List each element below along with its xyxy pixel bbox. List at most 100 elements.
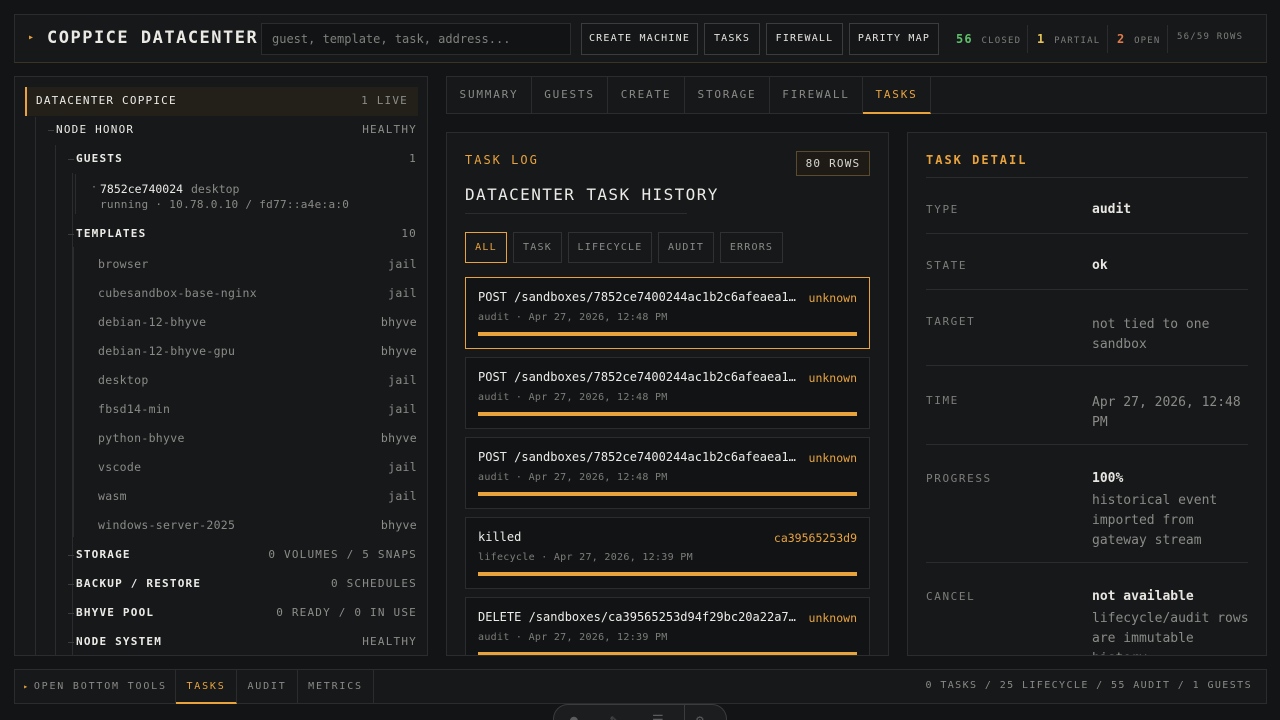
task-progress-bar bbox=[478, 332, 857, 336]
top-bar: ▸ COPPICE DATACENTER CREATE MACHINE TASK… bbox=[14, 14, 1267, 63]
tab-summary[interactable]: SUMMARY bbox=[447, 77, 532, 114]
divider bbox=[926, 562, 1248, 563]
app-title: COPPICE DATACENTER bbox=[47, 28, 259, 48]
parity-map-button[interactable]: PARITY MAP bbox=[849, 23, 939, 55]
bhyve-pool-value: 0 READY / 0 IN USE bbox=[276, 606, 417, 619]
task-progress-bar bbox=[478, 492, 857, 496]
tree-connector bbox=[48, 130, 54, 131]
create-machine-button[interactable]: CREATE MACHINE bbox=[581, 23, 698, 55]
divider bbox=[926, 233, 1248, 234]
tools-icon[interactable]: ✎ bbox=[610, 713, 618, 720]
tree-connector bbox=[68, 159, 74, 160]
tree-connector bbox=[68, 584, 74, 585]
guest-detail: running · 10.78.0.10 / fd77::a4e:a:0 bbox=[100, 198, 350, 211]
tab-guests[interactable]: GUESTS bbox=[532, 77, 608, 114]
partial-count: 1 bbox=[1037, 32, 1046, 46]
template-type: jail bbox=[388, 257, 417, 271]
cancel-value: not available bbox=[1092, 589, 1194, 604]
firewall-button[interactable]: FIREWALL bbox=[766, 23, 843, 55]
template-name: vscode bbox=[98, 460, 142, 474]
dock: ● ✎ ☰ ⚙ bbox=[553, 704, 727, 720]
task-status: ca39565253d9 bbox=[773, 531, 857, 545]
tab-tasks[interactable]: TASKS bbox=[863, 77, 931, 114]
tree-guide bbox=[55, 145, 56, 655]
template-name: browser bbox=[98, 257, 149, 271]
template-type: jail bbox=[388, 460, 417, 474]
open-bottom-tools-button[interactable]: ▸ OPEN BOTTOM TOOLS bbox=[15, 670, 176, 704]
template-name: python-bhyve bbox=[98, 431, 185, 445]
filter-all[interactable]: ALL bbox=[465, 232, 507, 263]
node-label: NODE HONOR bbox=[56, 123, 135, 136]
tab-firewall[interactable]: FIREWALL bbox=[770, 77, 863, 114]
task-meta: audit · Apr 27, 2026, 12:48 PM bbox=[478, 392, 668, 403]
task-log-title: DATACENTER TASK HISTORY bbox=[465, 185, 719, 204]
template-name: wasm bbox=[98, 489, 127, 503]
task-card[interactable]: POST /sandboxes/7852ce7400244ac1b2c6afea… bbox=[465, 437, 870, 509]
type-value: audit bbox=[1092, 202, 1132, 217]
tasks-button[interactable]: TASKS bbox=[704, 23, 760, 55]
template-name: desktop bbox=[98, 373, 149, 387]
tree-connector bbox=[68, 555, 74, 556]
open-stat: 2 OPEN bbox=[1117, 32, 1161, 46]
task-meta: audit · Apr 27, 2026, 12:48 PM bbox=[478, 312, 668, 323]
open-count: 2 bbox=[1117, 32, 1126, 46]
closed-label: CLOSED bbox=[981, 36, 1022, 46]
task-status: unknown bbox=[808, 451, 857, 465]
task-card[interactable]: DELETE /sandboxes/ca39565253d94f29bc20a2… bbox=[465, 597, 870, 655]
partial-label: PARTIAL bbox=[1054, 36, 1101, 46]
tree-item-datacenter[interactable]: DATACENTER COPPICE 1 LIVE bbox=[25, 87, 418, 116]
filter-task[interactable]: TASK bbox=[513, 232, 562, 263]
rows-badge: 80 ROWS bbox=[796, 151, 870, 176]
closed-count: 56 bbox=[956, 32, 973, 46]
divider bbox=[1107, 25, 1108, 53]
main-tabs: SUMMARY GUESTS CREATE STORAGE FIREWALL T… bbox=[446, 76, 1267, 114]
datacenter-status: 1 LIVE bbox=[361, 94, 408, 107]
template-type: bhyve bbox=[380, 344, 417, 358]
guest-id: 7852ce740024 bbox=[100, 182, 184, 196]
task-progress-bar bbox=[478, 572, 857, 576]
backup-value: 0 SCHEDULES bbox=[330, 577, 417, 590]
tree-guide bbox=[35, 117, 36, 655]
bottom-tab-tasks[interactable]: TASKS bbox=[176, 670, 237, 704]
filter-lifecycle[interactable]: LIFECYCLE bbox=[568, 232, 652, 263]
template-name: fbsd14-min bbox=[98, 402, 171, 416]
guest-template: desktop bbox=[191, 182, 240, 196]
tab-create[interactable]: CREATE bbox=[608, 77, 685, 114]
rows-count: 56/59 ROWS bbox=[1177, 32, 1244, 42]
tab-storage[interactable]: STORAGE bbox=[685, 77, 770, 114]
task-meta: audit · Apr 27, 2026, 12:48 PM bbox=[478, 472, 668, 483]
user-icon[interactable]: ● bbox=[570, 713, 578, 720]
menu-icon[interactable]: ☰ bbox=[652, 713, 664, 720]
tree-guide bbox=[75, 174, 76, 214]
tree-connector bbox=[68, 613, 74, 614]
task-card[interactable]: POST /sandboxes/7852ce7400244ac1b2c6afea… bbox=[465, 357, 870, 429]
bhyve-pool-label: BHYVE POOL bbox=[76, 606, 155, 619]
cancel-note: lifecycle/audit rows are immutable histo… bbox=[1092, 611, 1249, 655]
task-card[interactable]: POST /sandboxes/7852ce7400244ac1b2c6afea… bbox=[465, 277, 870, 349]
filter-errors[interactable]: ERRORS bbox=[720, 232, 783, 263]
open-bottom-tools-label: OPEN BOTTOM TOOLS bbox=[33, 681, 167, 692]
task-title: POST /sandboxes/7852ce7400244ac1b2c6afea… bbox=[478, 450, 796, 464]
task-card[interactable]: killed ca39565253d9 lifecycle · Apr 27, 20… bbox=[465, 517, 870, 589]
template-type: jail bbox=[388, 489, 417, 503]
bottom-bar: ▸ OPEN BOTTOM TOOLS TASKS AUDIT METRICS 0… bbox=[14, 669, 1267, 704]
type-label: TYPE bbox=[926, 203, 959, 216]
guests-label: GUESTS bbox=[76, 152, 123, 165]
tree-guide bbox=[73, 247, 74, 537]
gear-icon[interactable]: ⚙ bbox=[696, 713, 704, 720]
bottom-tab-metrics[interactable]: METRICS bbox=[298, 670, 374, 704]
title-underline bbox=[465, 213, 687, 214]
bottom-summary: 0 TASKS / 25 LIFECYCLE / 55 AUDIT / 1 GU… bbox=[925, 680, 1252, 691]
task-progress-bar bbox=[478, 652, 857, 655]
task-log-panel: TASK LOG 80 ROWS DATACENTER TASK HISTORY… bbox=[446, 132, 889, 656]
caret-right-icon[interactable]: ▸ bbox=[28, 32, 34, 43]
bottom-tab-audit[interactable]: AUDIT bbox=[237, 670, 298, 704]
task-meta: audit · Apr 27, 2026, 12:39 PM bbox=[478, 632, 668, 643]
partial-stat: 1 PARTIAL bbox=[1037, 32, 1100, 46]
divider bbox=[1027, 25, 1028, 53]
templates-label: TEMPLATES bbox=[76, 227, 147, 240]
search-input[interactable] bbox=[261, 23, 571, 55]
node-system-label: NODE SYSTEM bbox=[76, 635, 163, 648]
time-label: TIME bbox=[926, 394, 959, 407]
filter-audit[interactable]: AUDIT bbox=[658, 232, 714, 263]
